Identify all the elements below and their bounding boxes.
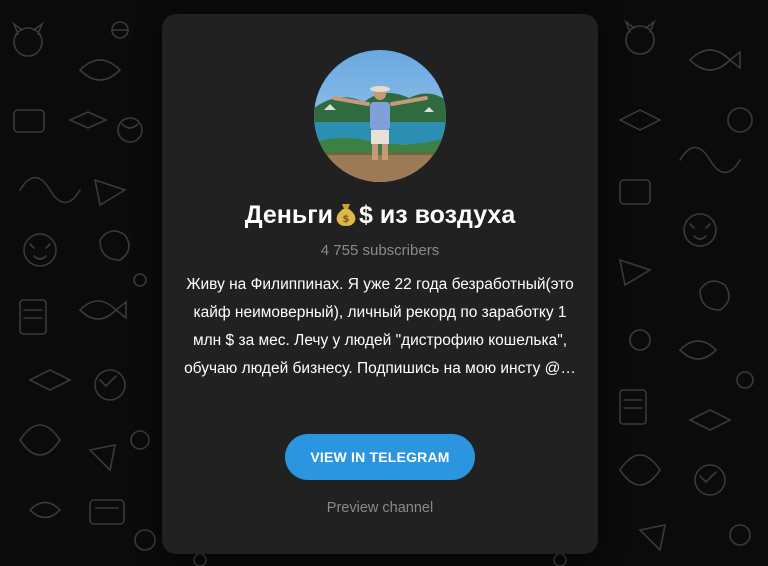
preview-channel-link[interactable]: Preview channel <box>162 500 598 516</box>
channel-avatar[interactable] <box>314 50 446 182</box>
money-bag-icon: $ <box>335 202 357 233</box>
subscriber-count: 4 755 subscribers <box>320 242 440 259</box>
channel-title-part2: $ из воздуха <box>359 201 516 229</box>
channel-preview-card: Деньги $ $ из воздуха 4 755 subscribers Жи… <box>162 14 598 554</box>
channel-title-part1: Деньги <box>244 201 334 229</box>
view-in-telegram-button[interactable]: VIEW IN TELEGRAM <box>285 434 475 480</box>
svg-text:$: $ <box>343 214 350 225</box>
channel-description: Живу на Филиппинах. Я уже 22 года безраб… <box>184 276 576 377</box>
channel-title: Деньги $ $ из воздуха <box>162 201 598 233</box>
